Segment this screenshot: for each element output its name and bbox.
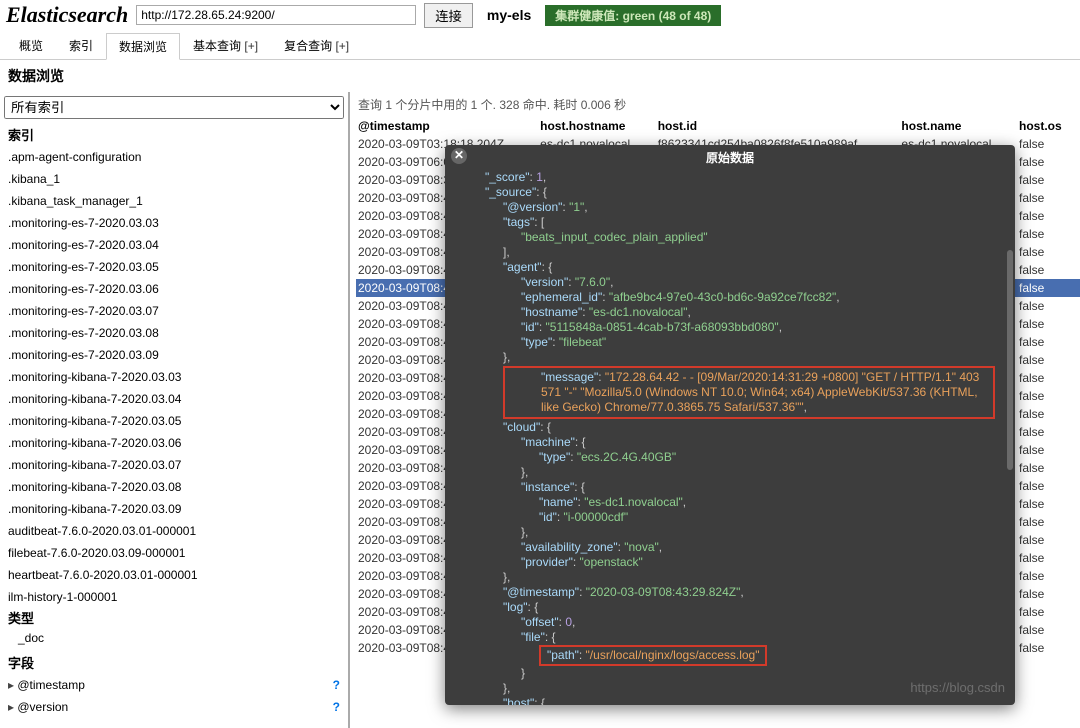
index-item[interactable]: .monitoring-kibana-7-2020.03.04 <box>0 388 348 410</box>
index-item[interactable]: .monitoring-kibana-7-2020.03.09 <box>0 498 348 520</box>
connect-button[interactable]: 连接 <box>424 3 473 28</box>
cluster-name: my-els <box>481 7 537 23</box>
tab-index[interactable]: 索引 <box>56 32 106 59</box>
index-item[interactable]: heartbeat-7.6.0-2020.03.01-000001 <box>0 564 348 586</box>
field-row[interactable]: ▸ @version? <box>0 696 348 718</box>
scrollbar-thumb[interactable] <box>1007 250 1013 470</box>
index-item[interactable]: ilm-history-1-000001 <box>0 586 348 606</box>
header: Elasticsearch 连接 my-els 集群健康值: green (48… <box>0 0 1080 30</box>
index-list: .apm-agent-configuration.kibana_1.kibana… <box>0 146 348 606</box>
page-subtitle: 数据浏览 <box>0 60 1080 92</box>
app-brand: Elasticsearch <box>6 2 128 28</box>
index-item[interactable]: auditbeat-7.6.0-2020.03.01-000001 <box>0 520 348 542</box>
query-summary: 查询 1 个分片中用的 1 个. 328 命中. 耗时 0.006 秒 <box>356 92 1080 117</box>
index-item[interactable]: .monitoring-es-7-2020.03.08 <box>0 322 348 344</box>
raw-data-dialog: ✕ 原始数据 "_score": 1, "_source": { "@versi… <box>445 145 1015 705</box>
col-header[interactable]: host.hostname <box>538 117 656 135</box>
url-input[interactable] <box>136 5 416 25</box>
index-select[interactable]: 所有索引 <box>4 96 344 119</box>
index-item[interactable]: .monitoring-es-7-2020.03.03 <box>0 212 348 234</box>
tab-overview[interactable]: 概览 <box>6 32 56 59</box>
plus-icon: [+] <box>244 39 258 53</box>
col-header[interactable]: host.id <box>656 117 900 135</box>
index-item[interactable]: .monitoring-es-7-2020.03.09 <box>0 344 348 366</box>
index-item[interactable]: .kibana_task_manager_1 <box>0 190 348 212</box>
index-item[interactable]: .monitoring-kibana-7-2020.03.08 <box>0 476 348 498</box>
cluster-health: 集群健康值: green (48 of 48) <box>545 5 721 26</box>
fields-list: ▸ @timestamp?▸ @version? <box>0 674 348 718</box>
index-item[interactable]: .monitoring-es-7-2020.03.05 <box>0 256 348 278</box>
tab-basic-query[interactable]: 基本查询 [+] <box>180 32 271 59</box>
chevron-right-icon: ▸ <box>8 678 14 692</box>
type-doc[interactable]: _doc <box>0 629 348 651</box>
tabs: 概览 索引 数据浏览 基本查询 [+] 复合查询 [+] <box>0 32 1080 60</box>
plus-icon: [+] <box>335 39 349 53</box>
index-select-wrap: 所有索引 <box>4 96 344 119</box>
field-row[interactable]: ▸ @timestamp? <box>0 674 348 696</box>
chevron-right-icon: ▸ <box>8 700 14 714</box>
tab-compound-query[interactable]: 复合查询 [+] <box>271 32 362 59</box>
index-item[interactable]: .apm-agent-configuration <box>0 146 348 168</box>
col-header[interactable]: host.os <box>1017 117 1080 135</box>
tab-browse[interactable]: 数据浏览 <box>106 33 180 60</box>
section-type: 类型 <box>0 606 348 629</box>
index-item[interactable]: filebeat-7.6.0-2020.03.09-000001 <box>0 542 348 564</box>
section-fields: 字段 <box>0 651 348 674</box>
close-icon[interactable]: ✕ <box>451 148 467 164</box>
index-item[interactable]: .monitoring-es-7-2020.03.04 <box>0 234 348 256</box>
index-item[interactable]: .monitoring-kibana-7-2020.03.03 <box>0 366 348 388</box>
help-icon[interactable]: ? <box>333 678 340 692</box>
table-header: @timestamphost.hostnamehost.idhost.nameh… <box>356 117 1080 135</box>
index-item[interactable]: .monitoring-es-7-2020.03.07 <box>0 300 348 322</box>
sidebar: 所有索引 索引 .apm-agent-configuration.kibana_… <box>0 92 350 728</box>
col-header[interactable]: @timestamp <box>356 117 538 135</box>
index-item[interactable]: .monitoring-kibana-7-2020.03.05 <box>0 410 348 432</box>
dialog-body: "_score": 1, "_source": { "@version": "1… <box>445 170 1015 705</box>
section-index: 索引 <box>0 123 348 146</box>
index-item[interactable]: .monitoring-es-7-2020.03.06 <box>0 278 348 300</box>
dialog-title: ✕ 原始数据 <box>445 145 1015 170</box>
index-item[interactable]: .monitoring-kibana-7-2020.03.07 <box>0 454 348 476</box>
help-icon[interactable]: ? <box>333 700 340 714</box>
index-item[interactable]: .kibana_1 <box>0 168 348 190</box>
index-item[interactable]: .monitoring-kibana-7-2020.03.06 <box>0 432 348 454</box>
col-header[interactable]: host.name <box>899 117 1017 135</box>
